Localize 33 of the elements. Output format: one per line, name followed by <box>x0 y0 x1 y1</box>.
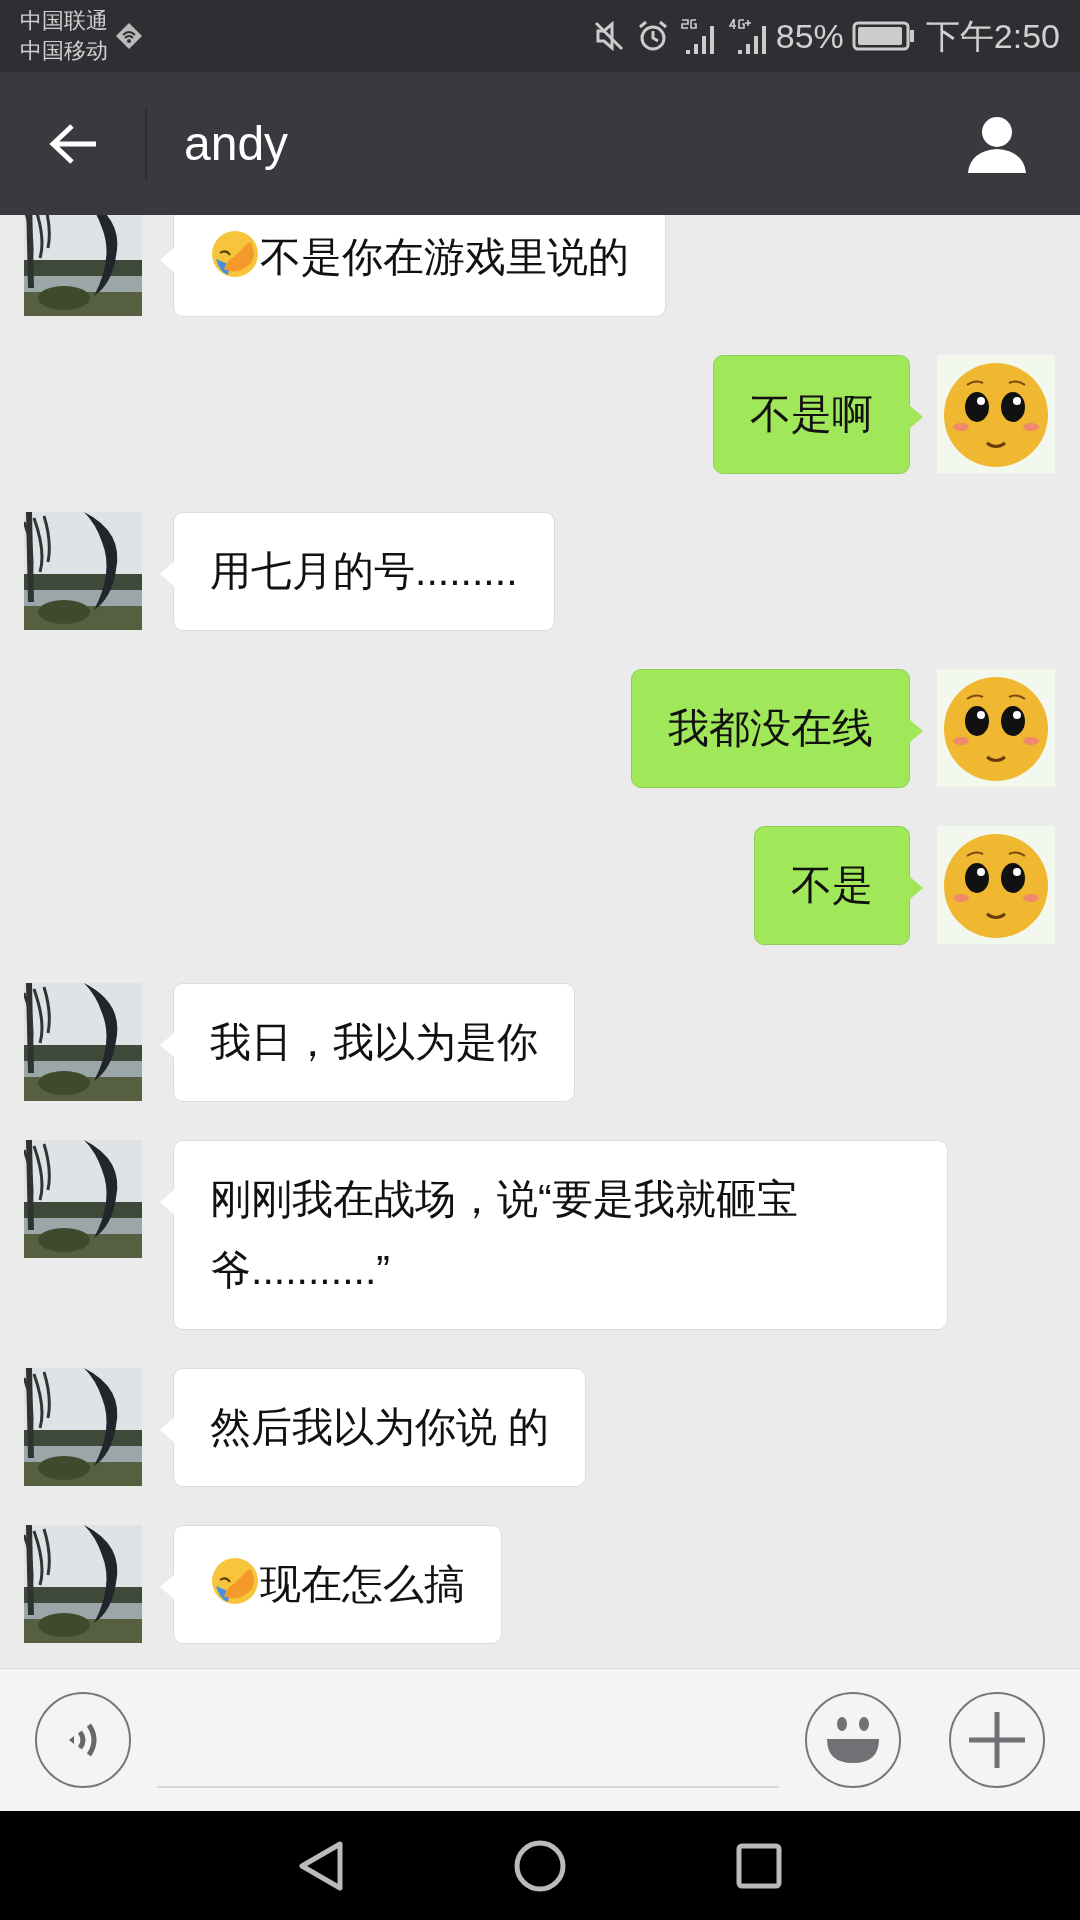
square-recents-icon <box>736 1842 782 1889</box>
received-message: 我日，我以为是你 <box>173 983 575 1102</box>
crying-facepalm-emoji-icon <box>210 1556 260 1606</box>
clock-time: 下午2:50 <box>925 15 1060 57</box>
sent-message: 不是啊 <box>713 355 910 474</box>
bubble-tail <box>909 405 923 429</box>
wifi-icon <box>114 21 144 51</box>
received-message: 不是你在游戏里说的 <box>173 215 666 317</box>
battery-percent: 85% <box>775 15 844 57</box>
home-nav-button[interactable] <box>514 1839 566 1892</box>
voice-button[interactable] <box>35 1692 131 1788</box>
received-message: 现在怎么搞 <box>173 1525 502 1644</box>
bubble-tail <box>909 876 923 900</box>
sent-message: 不是 <box>754 826 910 945</box>
plus-button[interactable] <box>949 1692 1045 1788</box>
received-message: 刚刚我在战场，说“要是我就砸宝爷...........” <box>173 1140 948 1330</box>
sent-message: 我都没在线 <box>631 669 910 788</box>
recents-nav-button[interactable] <box>736 1842 782 1889</box>
triangle-back-icon <box>298 1839 344 1892</box>
back-arrow-icon <box>47 121 98 166</box>
circle-home-icon <box>514 1839 566 1892</box>
crying-facepalm-emoji-icon <box>210 229 260 279</box>
received-message: 用七月的号......... <box>173 512 555 631</box>
chat-title: andy <box>184 115 290 172</box>
received-message: 然后我以为你说 的 <box>173 1368 587 1487</box>
carrier-name: 中国联通 <box>20 7 108 35</box>
back-nav-button[interactable] <box>298 1839 344 1892</box>
bubble-tail <box>909 719 923 743</box>
emoji-button[interactable] <box>805 1692 901 1788</box>
plus-icon <box>969 1712 1025 1768</box>
battery-icon <box>851 20 916 52</box>
smiley-icon <box>825 1715 881 1765</box>
carrier-name: 中国移动 <box>20 37 108 65</box>
